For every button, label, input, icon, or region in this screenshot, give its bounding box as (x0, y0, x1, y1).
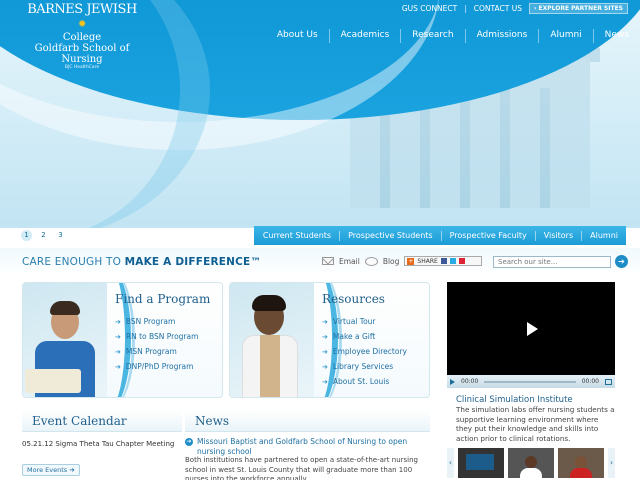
nav-about-us[interactable]: About Us (266, 29, 329, 43)
logo-school-name: Goldfarb School of Nursing (34, 43, 130, 65)
share-button[interactable]: + SHARE (404, 256, 483, 266)
utility-separator: | (464, 4, 467, 13)
slide-dot-3[interactable]: 3 (55, 230, 66, 241)
more-events-button[interactable]: More Events ➔ (22, 464, 80, 476)
blog-link[interactable]: Blog (383, 257, 400, 266)
logo-bjc: BJC HealthCare (64, 65, 100, 70)
slide-pager: 1 2 3 (21, 230, 66, 241)
video-controls: 00:00 00:00 (447, 375, 615, 388)
video-thumbnail[interactable] (458, 447, 504, 478)
audience-alumni[interactable]: Alumni (581, 230, 626, 241)
news-headline-link[interactable]: ➔ Missouri Baptist and Goldfarb School o… (185, 437, 425, 457)
video-progress-bar[interactable] (484, 380, 576, 383)
event-item[interactable]: 05.21.12 Sigma Theta Tau Chapter Meeting (22, 440, 174, 448)
video-title[interactable]: Clinical Simulation Institute (456, 395, 573, 405)
site-logo[interactable]: BARNES JEWISH ✹ College Goldfarb School … (22, 3, 142, 71)
social-icon (458, 258, 465, 264)
resource-link-employee-directory[interactable]: ➔ Employee Directory (322, 344, 407, 359)
nav-admissions[interactable]: Admissions (464, 29, 539, 43)
arrow-right-icon: ➔ (185, 438, 193, 446)
nav-academics[interactable]: Academics (328, 29, 401, 43)
contact-us-link[interactable]: CONTACT US (474, 4, 522, 13)
search-go-button[interactable]: ➔ (615, 255, 628, 268)
email-icon[interactable] (322, 257, 334, 265)
gus-connect-link[interactable]: GUS CONNECT (402, 4, 457, 13)
utility-nav: GUS CONNECT | CONTACT US › EXPLORE PARTN… (402, 3, 628, 14)
find-program-card: Find a Program ➔ BSN Program ➔ RN to BSN P… (22, 282, 223, 398)
fullscreen-icon[interactable] (605, 378, 612, 385)
video-thumbnail-strip: ‹ › (447, 445, 615, 480)
main-nav: About Us Academics Research Admissions A… (266, 29, 640, 43)
resources-list: ➔ Virtual Tour ➔ Make a Gift ➔ Employee Dir… (322, 314, 407, 389)
tagline: CARE ENOUGH TO MAKE A DIFFERENCE™ (22, 256, 262, 268)
resource-link-virtual-tour[interactable]: ➔ Virtual Tour (322, 314, 407, 329)
news-heading: News (185, 410, 430, 432)
video-description: The simulation labs offer nursing studen… (456, 405, 615, 443)
video-time-total: 00:00 (581, 378, 599, 385)
video-thumbnail[interactable] (558, 447, 604, 478)
audience-visitors[interactable]: Visitors (534, 230, 581, 241)
audience-prospective-faculty[interactable]: Prospective Faculty (440, 230, 535, 241)
arrow-right-icon: ➔ (322, 332, 328, 341)
program-link-msn[interactable]: ➔ MSN Program (115, 344, 198, 359)
blog-icon[interactable] (364, 256, 378, 266)
nav-alumni[interactable]: Alumni (538, 29, 592, 43)
program-link-rn-to-bsn[interactable]: ➔ RN to BSN Program (115, 329, 198, 344)
program-link-bsn[interactable]: ➔ BSN Program (115, 314, 198, 329)
nav-research[interactable]: Research (400, 29, 464, 43)
search-input[interactable] (493, 256, 611, 268)
news-summary: Both institutions have partnered to open… (185, 456, 418, 480)
play-icon[interactable] (450, 378, 455, 385)
play-icon[interactable] (527, 322, 538, 336)
email-link[interactable]: Email (339, 257, 360, 266)
logo-wordmark: BARNES JEWISH (27, 2, 137, 17)
slide-dot-2[interactable]: 2 (38, 230, 49, 241)
hero-banner: BARNES JEWISH ✹ College Goldfarb School … (0, 0, 640, 228)
audience-nav: Current Students Prospective Students Pr… (254, 226, 626, 245)
slide-dot-1[interactable]: 1 (21, 230, 32, 241)
arrow-right-icon: ➔ (322, 362, 328, 371)
resources-card: Resources ➔ Virtual Tour ➔ Make a Gift ➔ Em… (229, 282, 430, 398)
video-time-current: 00:00 (461, 378, 479, 385)
video-thumbnail[interactable] (508, 447, 554, 478)
find-program-title: Find a Program (115, 292, 211, 306)
arrow-right-icon: ➔ (322, 317, 328, 326)
arrow-right-icon: ➔ (115, 317, 121, 326)
arrow-right-icon: ➔ (69, 466, 75, 474)
arrow-right-icon: ➔ (115, 347, 121, 356)
video-player[interactable] (447, 282, 615, 388)
audience-prospective-students[interactable]: Prospective Students (339, 230, 440, 241)
resource-link-library-services[interactable]: ➔ Library Services (322, 359, 407, 374)
explore-partner-sites-button[interactable]: › EXPLORE PARTNER SITES (528, 3, 628, 14)
audience-current-students[interactable]: Current Students (255, 231, 339, 241)
event-calendar-heading: Event Calendar (22, 410, 182, 432)
program-list: ➔ BSN Program ➔ RN to BSN Program ➔ MSN Pro… (115, 314, 198, 374)
arrow-right-icon: ➔ (115, 362, 121, 371)
plus-icon: + (407, 257, 415, 265)
arrow-right-icon: ➔ (115, 332, 121, 341)
resource-link-about-st-louis[interactable]: ➔ About St. Louis (322, 374, 407, 389)
arrow-right-icon: ➔ (322, 377, 328, 386)
resource-link-make-a-gift[interactable]: ➔ Make a Gift (322, 329, 407, 344)
resources-title: Resources (322, 292, 385, 306)
program-link-dnp-phd[interactable]: ➔ DNP/PhD Program (115, 359, 198, 374)
facebook-icon (440, 258, 447, 264)
logo-college: College (62, 32, 102, 43)
nav-news[interactable]: News (592, 29, 640, 43)
chevron-right-icon[interactable]: › (608, 447, 615, 478)
twitter-icon (449, 258, 456, 264)
sun-icon: ✹ (78, 19, 86, 30)
arrow-right-icon: ➔ (322, 347, 328, 356)
arrow-right-icon: ➔ (618, 257, 625, 266)
chevron-left-icon[interactable]: ‹ (447, 447, 454, 478)
share-tools: Email Blog + SHARE (322, 256, 483, 266)
